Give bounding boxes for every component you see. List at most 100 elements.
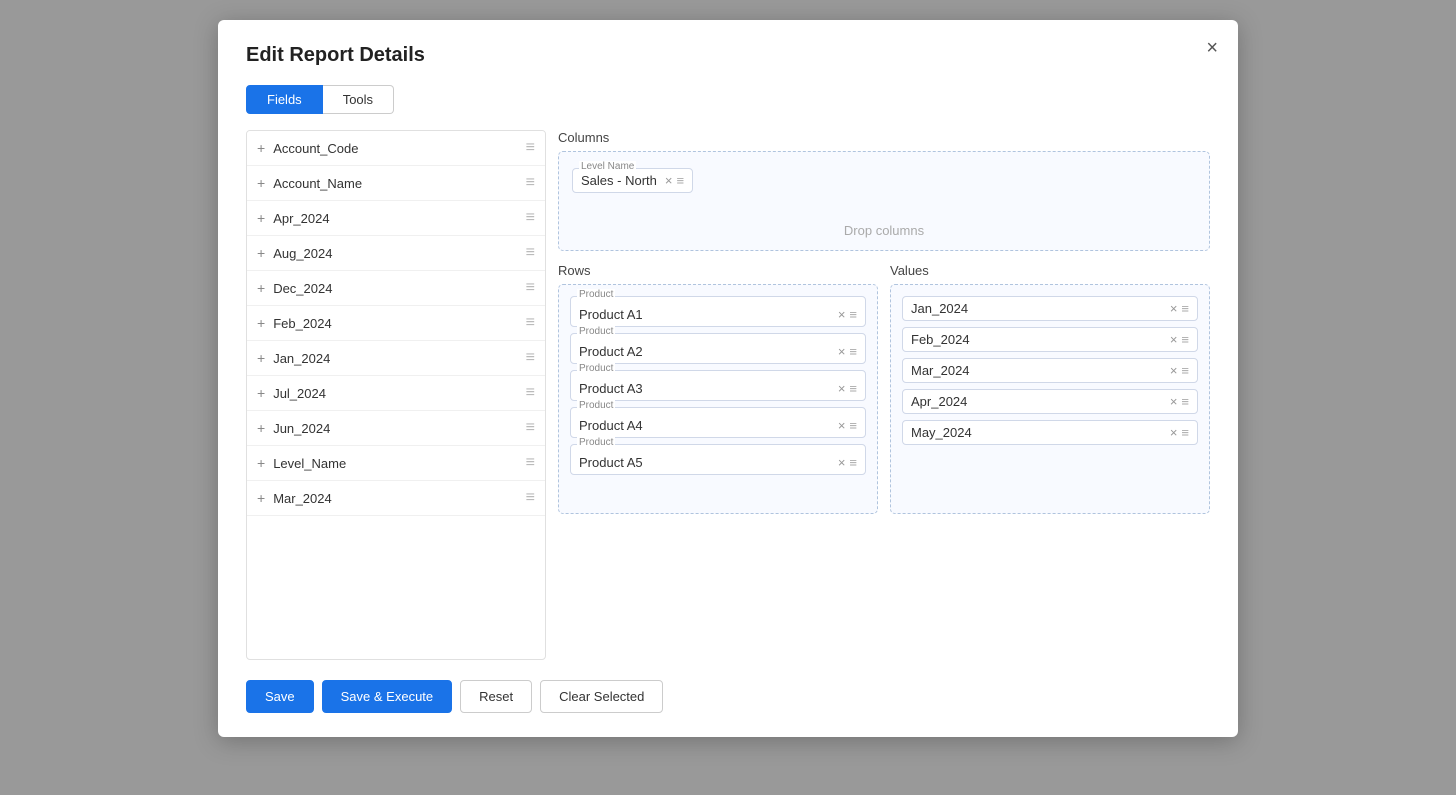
row-chip-text: Product A4	[579, 418, 643, 433]
tabs-container: Fields Tools	[246, 85, 1210, 114]
columns-drop-zone[interactable]: Level Name Sales - North × ≡ Drop column…	[558, 151, 1210, 251]
row-chip-eq: ≡	[849, 418, 857, 433]
field-drag-icon: ≡	[526, 314, 535, 332]
modal-title: Edit Report Details	[246, 44, 1210, 67]
columns-drop-hint: Drop columns	[844, 223, 924, 238]
values-panel: Values Jan_2024 × ≡ Feb_2024 × ≡ Mar_202…	[890, 263, 1210, 660]
row-chip-text: Product A1	[579, 307, 643, 322]
fields-scroll[interactable]: + Account_Code ≡ + Account_Name ≡ + Apr_…	[247, 131, 545, 659]
clear-selected-button[interactable]: Clear Selected	[540, 680, 663, 713]
field-label: Feb_2024	[273, 316, 525, 331]
row-chip-eq: ≡	[849, 307, 857, 322]
modal-close-button[interactable]: ×	[1206, 38, 1218, 58]
columns-chip-text: Sales - North	[581, 173, 657, 188]
value-chip[interactable]: Mar_2024 × ≡	[902, 358, 1198, 383]
field-item[interactable]: + Account_Code ≡	[247, 131, 545, 166]
row-chip-tag-label: Product	[577, 326, 615, 337]
row-chip-remove[interactable]: ×	[838, 455, 846, 470]
field-drag-icon: ≡	[526, 384, 535, 402]
save-execute-button[interactable]: Save & Execute	[322, 680, 453, 713]
value-chip-text: Feb_2024	[911, 332, 970, 347]
columns-chip-eq: ≡	[676, 173, 684, 188]
row-chip[interactable]: Product Product A4 × ≡	[570, 407, 866, 438]
row-chip-remove[interactable]: ×	[838, 344, 846, 359]
value-chip-eq: ≡	[1181, 394, 1189, 409]
value-chip[interactable]: Jan_2024 × ≡	[902, 296, 1198, 321]
field-drag-icon: ≡	[526, 244, 535, 262]
reset-button[interactable]: Reset	[460, 680, 532, 713]
columns-chip[interactable]: Level Name Sales - North × ≡	[572, 168, 693, 193]
field-item[interactable]: + Feb_2024 ≡	[247, 306, 545, 341]
value-chip-eq: ≡	[1181, 425, 1189, 440]
columns-chip-remove[interactable]: ×	[665, 173, 673, 188]
row-chip-text: Product A3	[579, 381, 643, 396]
field-label: Aug_2024	[273, 246, 525, 261]
field-item[interactable]: + Jun_2024 ≡	[247, 411, 545, 446]
field-item[interactable]: + Jul_2024 ≡	[247, 376, 545, 411]
tab-tools[interactable]: Tools	[323, 85, 394, 114]
value-chip-remove[interactable]: ×	[1170, 425, 1178, 440]
field-item[interactable]: + Account_Name ≡	[247, 166, 545, 201]
row-chip-remove[interactable]: ×	[838, 307, 846, 322]
field-label: Account_Name	[273, 176, 525, 191]
columns-panel: Columns Level Name Sales - North × ≡ Dro…	[558, 130, 1210, 251]
columns-chip-tag-label: Level Name	[579, 161, 636, 172]
field-plus-icon: +	[257, 280, 265, 296]
modal-footer: Save Save & Execute Reset Clear Selected	[246, 680, 1210, 713]
save-button[interactable]: Save	[246, 680, 314, 713]
field-item[interactable]: + Apr_2024 ≡	[247, 201, 545, 236]
row-chip-text: Product A2	[579, 344, 643, 359]
value-chip-eq: ≡	[1181, 301, 1189, 316]
value-chip[interactable]: Feb_2024 × ≡	[902, 327, 1198, 352]
row-chip-tag-label: Product	[577, 289, 615, 300]
field-plus-icon: +	[257, 490, 265, 506]
field-label: Level_Name	[273, 456, 525, 471]
field-plus-icon: +	[257, 245, 265, 261]
field-drag-icon: ≡	[526, 174, 535, 192]
field-label: Dec_2024	[273, 281, 525, 296]
field-plus-icon: +	[257, 175, 265, 191]
field-plus-icon: +	[257, 455, 265, 471]
value-chip[interactable]: Apr_2024 × ≡	[902, 389, 1198, 414]
row-chip-remove[interactable]: ×	[838, 381, 846, 396]
row-chip-eq: ≡	[849, 455, 857, 470]
value-chip-text: May_2024	[911, 425, 972, 440]
rows-label: Rows	[558, 263, 878, 278]
row-chip-remove[interactable]: ×	[838, 418, 846, 433]
field-item[interactable]: + Level_Name ≡	[247, 446, 545, 481]
field-item[interactable]: + Dec_2024 ≡	[247, 271, 545, 306]
row-chip[interactable]: Product Product A3 × ≡	[570, 370, 866, 401]
field-label: Jun_2024	[273, 421, 525, 436]
row-chip[interactable]: Product Product A1 × ≡	[570, 296, 866, 327]
value-chip-remove[interactable]: ×	[1170, 332, 1178, 347]
fields-panel: + Account_Code ≡ + Account_Name ≡ + Apr_…	[246, 130, 546, 660]
row-chip[interactable]: Product Product A5 × ≡	[570, 444, 866, 475]
rows-drop-zone[interactable]: Product Product A1 × ≡ Product Product A…	[558, 284, 878, 514]
rows-panel: Rows Product Product A1 × ≡ Product Prod…	[558, 263, 878, 660]
edit-report-modal: Edit Report Details × Fields Tools + Acc…	[218, 20, 1238, 737]
value-chip[interactable]: May_2024 × ≡	[902, 420, 1198, 445]
field-item[interactable]: + Jan_2024 ≡	[247, 341, 545, 376]
row-chip-eq: ≡	[849, 381, 857, 396]
field-label: Account_Code	[273, 141, 525, 156]
row-chip-tag-label: Product	[577, 437, 615, 448]
value-chip-eq: ≡	[1181, 363, 1189, 378]
value-chip-text: Mar_2024	[911, 363, 970, 378]
modal-overlay: Edit Report Details × Fields Tools + Acc…	[0, 0, 1456, 795]
value-chip-text: Apr_2024	[911, 394, 967, 409]
row-chip[interactable]: Product Product A2 × ≡	[570, 333, 866, 364]
field-drag-icon: ≡	[526, 349, 535, 367]
value-chip-text: Jan_2024	[911, 301, 968, 316]
field-item[interactable]: + Mar_2024 ≡	[247, 481, 545, 516]
field-drag-icon: ≡	[526, 209, 535, 227]
value-chip-remove[interactable]: ×	[1170, 363, 1178, 378]
field-item[interactable]: + Aug_2024 ≡	[247, 236, 545, 271]
tab-fields[interactable]: Fields	[246, 85, 323, 114]
value-chip-remove[interactable]: ×	[1170, 301, 1178, 316]
field-label: Mar_2024	[273, 491, 525, 506]
row-chip-eq: ≡	[849, 344, 857, 359]
value-chip-remove[interactable]: ×	[1170, 394, 1178, 409]
values-drop-zone[interactable]: Jan_2024 × ≡ Feb_2024 × ≡ Mar_2024 × ≡ A…	[890, 284, 1210, 514]
field-plus-icon: +	[257, 420, 265, 436]
field-label: Jan_2024	[273, 351, 525, 366]
